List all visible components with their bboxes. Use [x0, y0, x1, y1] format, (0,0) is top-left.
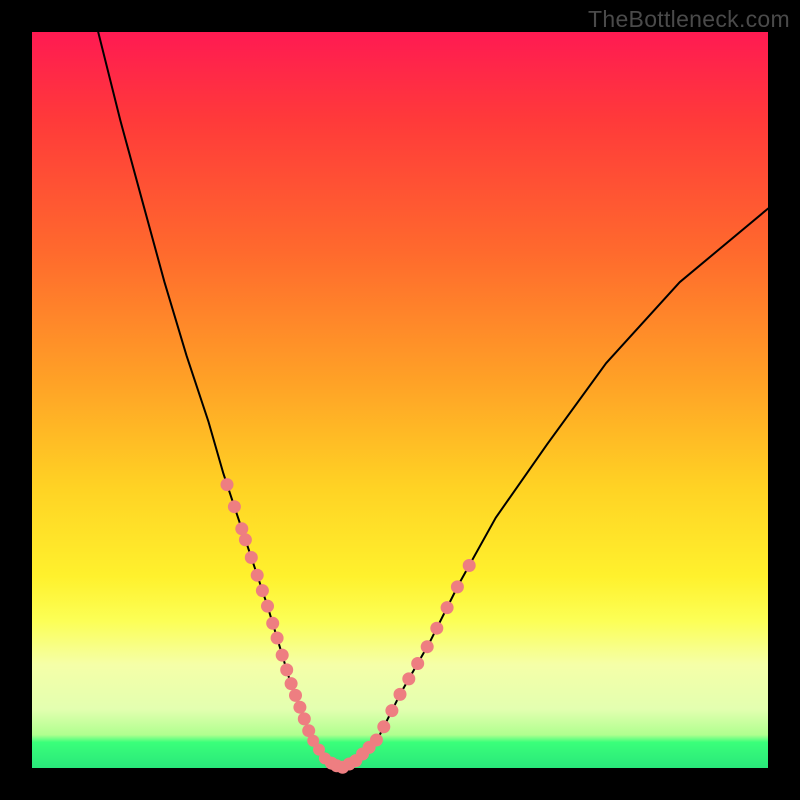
plot-area: [32, 32, 768, 768]
watermark-text: TheBottleneck.com: [588, 6, 790, 33]
curve-path: [98, 32, 768, 768]
marker-segment-left: [221, 478, 316, 737]
marker-segment-right: [325, 559, 476, 774]
chart-frame: TheBottleneck.com: [0, 0, 800, 800]
marker-segment-bottom: [307, 735, 360, 774]
curve-svg: [32, 32, 768, 768]
